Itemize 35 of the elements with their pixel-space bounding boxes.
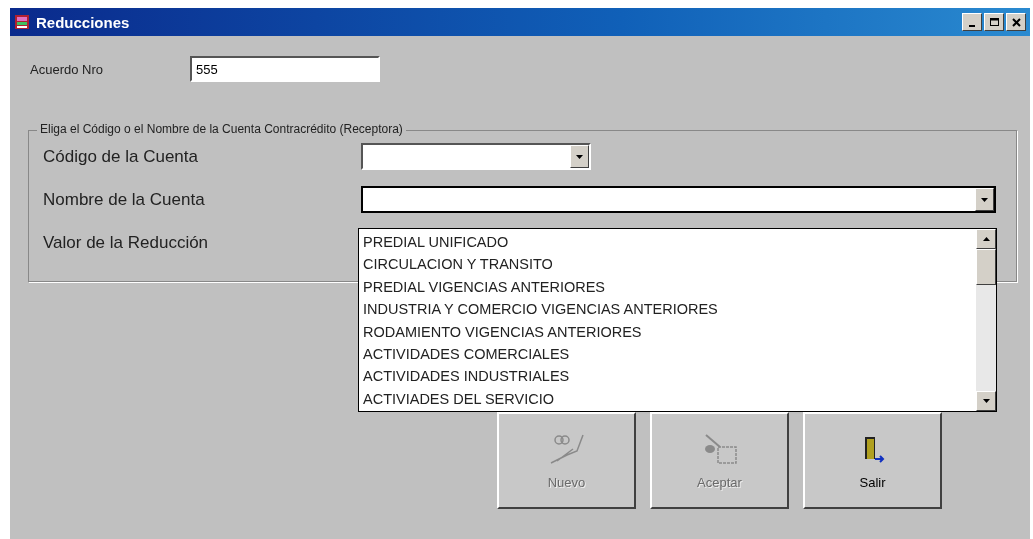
list-item[interactable]: INDUSTRIA Y COMERCIO VIGENCIAS ANTERIORES <box>363 298 972 321</box>
down-arrow-icon <box>575 152 584 161</box>
scroll-down-button[interactable] <box>976 391 996 411</box>
agreement-number-field[interactable]: 555 <box>190 56 380 82</box>
list-item[interactable]: RODAMIENTO VIGENCIAS ANTERIORES <box>363 320 972 344</box>
app-icon <box>14 14 30 30</box>
scroll-up-button[interactable] <box>976 229 996 249</box>
list-item[interactable]: PREDIAL UNIFICADO <box>363 231 972 254</box>
list-item[interactable]: CIRCULACION Y TRANSITO <box>363 253 972 276</box>
close-icon <box>1010 16 1022 28</box>
dropdown-button[interactable] <box>975 188 994 211</box>
scroll-thumb[interactable] <box>976 249 996 285</box>
close-button[interactable] <box>1006 13 1026 31</box>
field-label: Nombre de la Cuenta <box>43 189 206 210</box>
exit-button[interactable]: Salir <box>803 412 942 509</box>
group-legend: Eliga el Código o el Nombre de la Cuenta Contracrédito (Receptora) <box>37 122 406 136</box>
maximize-button[interactable] <box>984 13 1004 31</box>
minimize-button[interactable] <box>962 13 982 31</box>
list-item[interactable]: PREDIAL VIGENCIAS ANTERIORES <box>363 275 972 299</box>
account-combo-box[interactable] <box>361 143 591 170</box>
account-combo-box[interactable] <box>361 186 996 213</box>
list-item[interactable]: ACTIVIADES DEL SERVICIO <box>363 387 972 411</box>
list-item[interactable]: ACTIVIDADES INDUSTRIALES <box>363 365 972 388</box>
field-label: Valor de la Reducción <box>43 232 210 253</box>
up-arrow-icon <box>981 235 991 243</box>
window-title: Reducciones <box>36 13 131 31</box>
dropdown-button[interactable] <box>570 145 589 168</box>
scrollbar[interactable] <box>976 229 996 411</box>
field-label: Acuerdo Nro <box>30 61 104 77</box>
down-arrow-icon <box>980 195 989 204</box>
maximize-icon <box>988 16 1000 28</box>
down-arrow-icon <box>981 397 991 405</box>
minimize-icon <box>969 25 975 27</box>
list-item[interactable]: ACTIVIDADES COMERCIALES <box>363 343 972 366</box>
field-label: Código de la Cuenta <box>43 146 199 167</box>
